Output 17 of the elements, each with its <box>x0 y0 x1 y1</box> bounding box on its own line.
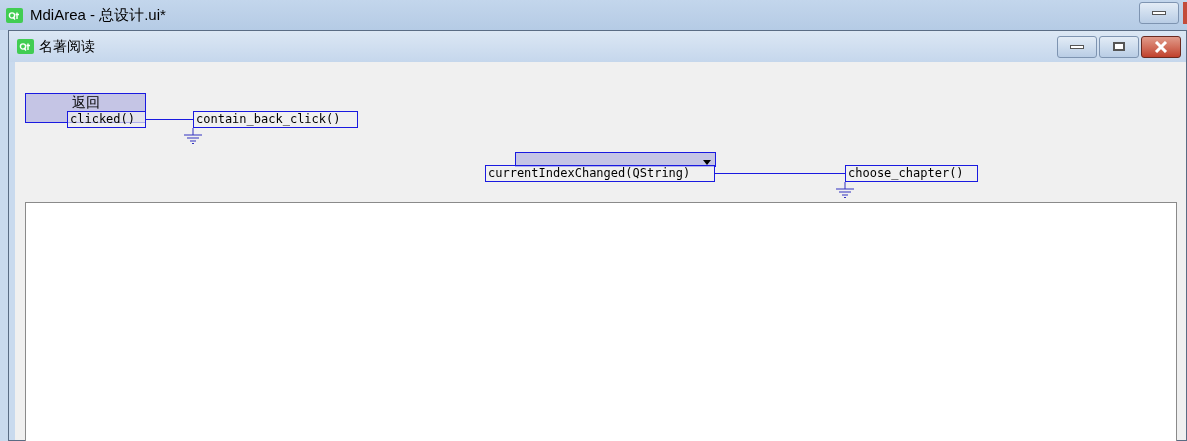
slot-label: choose_chapter() <box>845 165 978 182</box>
window-title: MdiArea - 总设计.ui* <box>30 4 166 25</box>
maximize-button[interactable] <box>1099 35 1139 58</box>
minimize-button[interactable] <box>1139 2 1179 24</box>
connection-line <box>146 119 193 121</box>
qt-logo-icon <box>6 7 23 23</box>
close-button[interactable] <box>1141 35 1181 58</box>
signal-label: clicked() <box>67 111 146 128</box>
ground-icon <box>183 128 203 144</box>
ground-icon <box>835 182 855 198</box>
close-icon <box>1154 40 1168 53</box>
minimize-button[interactable] <box>1057 35 1097 58</box>
subwindow-title: 名著阅读 <box>39 37 95 56</box>
slot-label: contain_back_click() <box>193 111 358 128</box>
dropdown-arrow-icon <box>703 160 711 165</box>
qt-logo-icon <box>17 39 34 54</box>
signal-label: currentIndexChanged(QString) <box>485 165 715 182</box>
